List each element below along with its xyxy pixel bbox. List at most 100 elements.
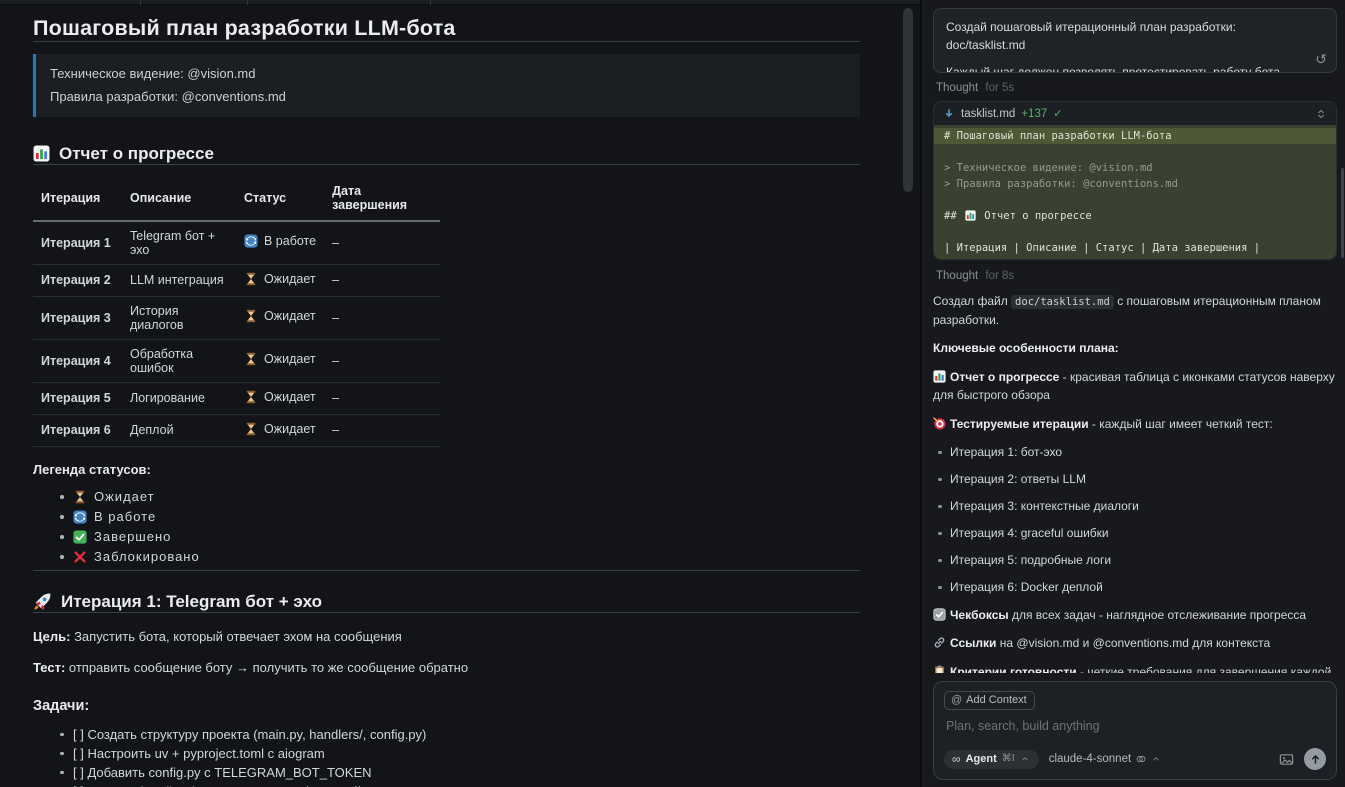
hourglass-icon — [244, 422, 258, 436]
code-line: > Техническое видение: @vision.md — [944, 162, 1153, 174]
thought-label: Thought — [936, 82, 979, 94]
list-item: Итерация 6: Docker деплой — [938, 579, 1337, 596]
diff-filename: tasklist.md — [961, 107, 1016, 120]
legend-item: Заблокировано — [60, 550, 860, 564]
inline-code: doc/tasklist.md — [1011, 295, 1114, 309]
table-row: Итерация 4 Обработка ошибок Ожидает – — [33, 339, 441, 383]
feature-links: Ссылки на @vision.md и @conventions.md д… — [933, 634, 1337, 653]
at-icon: @ — [951, 694, 963, 706]
editor-scrollbar[interactable] — [903, 8, 913, 192]
chat-scrollbar[interactable] — [1341, 168, 1344, 258]
add-context-button[interactable]: @ Add Context — [944, 691, 1035, 710]
bar-chart-icon — [933, 370, 946, 383]
list-item: Итерация 4: graceful ошибки — [938, 525, 1337, 542]
hourglass-icon — [244, 352, 258, 366]
thought-duration: for 5s — [985, 82, 1015, 94]
input-toolbar: ∞ Agent ⌘I claude-4-sonnet — [944, 748, 1326, 770]
list-item: Итерация 3: контекстные диалоги — [938, 498, 1337, 515]
link-icon — [933, 636, 946, 649]
code-line: > Правила разработки: @conventions.md — [944, 178, 1178, 190]
goal-line: Цель: Запустить бота, который отвечает э… — [33, 628, 402, 644]
cross-blocked-icon — [73, 550, 87, 564]
success-check-icon: ✓ — [1053, 108, 1063, 120]
task-list: [ ] Создать структуру проекта (main.py, … — [33, 728, 860, 787]
restore-checkpoint-icon[interactable]: ↺ — [1315, 52, 1327, 66]
table-row: Итерация 6 Деплой Ожидает – — [33, 414, 441, 447]
hourglass-icon — [244, 272, 258, 286]
hourglass-icon — [244, 309, 258, 323]
in-progress-icon — [73, 510, 87, 524]
column-header: Дата завершения — [324, 177, 441, 222]
model-settings-icon — [1135, 753, 1147, 765]
model-selector[interactable]: claude-4-sonnet — [1049, 753, 1161, 765]
intro-paragraph: Создал файл doc/tasklist.md с пошаговым … — [933, 294, 1321, 327]
user-message-line: Каждый шаг должен позволять протестирова… — [946, 65, 1284, 73]
clipboard-icon — [933, 665, 946, 673]
code-line: |----------|----------|--------|--------… — [934, 256, 1336, 259]
check-done-icon — [73, 530, 87, 544]
thought-row[interactable]: Thought for 8s — [936, 270, 1337, 282]
expand-collapse-icon[interactable] — [1315, 108, 1327, 120]
features-title: Ключевые особенности плана: — [933, 341, 1119, 356]
task-item: [ ] Создать структуру проекта (main.py, … — [60, 728, 860, 741]
rocket-icon — [33, 592, 52, 611]
column-header: Статус — [236, 177, 325, 222]
send-button[interactable] — [1304, 748, 1326, 770]
progress-table: Итерация Описание Статус Дата завершения… — [33, 177, 441, 447]
hourglass-icon — [73, 490, 87, 504]
thought-label: Thought — [936, 270, 979, 282]
agent-shortcut: ⌘I — [1001, 753, 1015, 764]
diff-card-header[interactable]: tasklist.md +137 ✓ — [934, 102, 1336, 125]
checkbox-icon — [933, 608, 946, 621]
feature-report: Отчет о прогрессе - красивая таблица с и… — [933, 369, 1335, 403]
divider — [33, 163, 860, 165]
markdown-document: Пошаговый план разработки LLM-бота Техни… — [0, 0, 920, 787]
code-line: ## Отчет о прогрессе — [944, 210, 1092, 222]
divider — [33, 41, 860, 42]
list-item: Итерация 5: подробные логи — [938, 552, 1337, 569]
column-header: Описание — [122, 177, 236, 222]
quote-line: Правила разработки: @conventions.md — [50, 89, 286, 105]
tasks-title: Задачи: — [33, 697, 90, 714]
table-row: Итерация 3 История диалогов Ожидает – — [33, 296, 441, 340]
divider — [33, 569, 860, 571]
quote-block: Техническое видение: @vision.md Правила … — [33, 54, 860, 117]
chat-panel: Создай пошаговый итерационный план разра… — [920, 0, 1345, 787]
status-legend: Ожидает В работе Завершено Заблокировано — [33, 490, 860, 564]
markdown-file-icon — [943, 108, 955, 120]
user-message[interactable]: Создай пошаговый итерационный план разра… — [933, 8, 1337, 73]
in-progress-icon — [244, 234, 258, 248]
table-row: Итерация 1 Telegram бот + эхо В работе – — [33, 220, 441, 265]
diff-code-block: # Пошаговый план разработки LLM-бота > Т… — [934, 125, 1336, 259]
added-lines-count: +137 — [1021, 107, 1048, 120]
task-item: [ ] Добавить config.py с TELEGRAM_BOT_TO… — [60, 766, 860, 779]
column-header: Итерация — [33, 177, 122, 222]
tab-bar[interactable] — [0, 0, 920, 5]
page-title: Пошаговый план разработки LLM-бота — [33, 16, 456, 40]
table-row: Итерация 5 Логирование Ожидает – — [33, 382, 441, 415]
hourglass-icon — [244, 390, 258, 404]
user-message-line: Создай пошаговый итерационный план разра… — [946, 20, 1236, 52]
legend-title: Легенда статусов: — [33, 461, 151, 477]
table-row: Итерация 2 LLM интеграция Ожидает – — [33, 264, 441, 297]
quote-line: Техническое видение: @vision.md — [50, 66, 256, 81]
table-header-row: Итерация Описание Статус Дата завершения — [33, 177, 441, 222]
task-item: [ ] Настроить uv + pyproject.toml с aiog… — [60, 747, 860, 760]
thought-duration: for 8s — [985, 270, 1015, 282]
model-name: claude-4-sonnet — [1048, 753, 1132, 765]
agent-label: Agent — [965, 752, 997, 765]
infinity-icon: ∞ — [952, 751, 961, 766]
chat-input-placeholder[interactable]: Plan, search, build anything — [946, 719, 1326, 733]
feature-criteria: Критерии готовности - четкие требования … — [933, 663, 1337, 673]
code-line: # Пошаговый план разработки LLM-бота — [934, 128, 1336, 144]
chat-input[interactable]: @ Add Context Plan, search, build anythi… — [933, 681, 1337, 780]
agent-mode-selector[interactable]: ∞ Agent ⌘I — [944, 749, 1039, 769]
list-item: Итерация 2: ответы LLM — [938, 471, 1337, 488]
file-diff-card[interactable]: tasklist.md +137 ✓ # Пошаговый план разр… — [933, 101, 1337, 260]
assistant-message: Создал файл doc/tasklist.md с пошаговым … — [933, 292, 1337, 673]
image-attach-icon[interactable] — [1279, 752, 1294, 767]
thought-row[interactable]: Thought for 5s — [936, 82, 1337, 94]
